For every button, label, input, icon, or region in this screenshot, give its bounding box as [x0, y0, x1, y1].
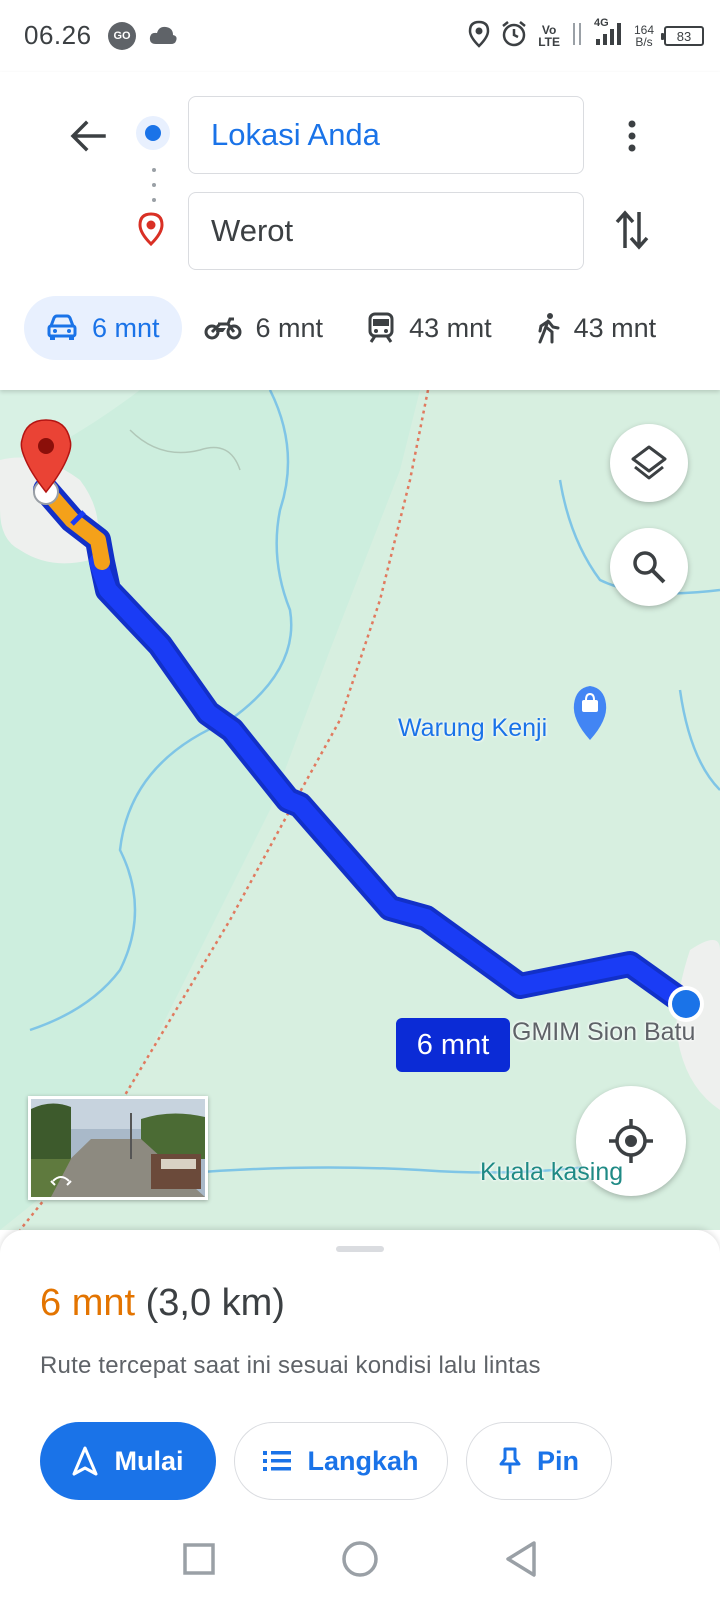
route-description: Rute tercepat saat ini sesuai kondisi la… [40, 1352, 541, 1379]
car-icon [47, 314, 77, 340]
search-along-route-button[interactable] [610, 528, 688, 606]
route-summary-sheet: 6 mnt (3,0 km) Rute tercepat saat ini se… [0, 1230, 720, 1612]
map-view[interactable]: Warung Kenji GMIM Sion Batu Kuala kasing… [0, 390, 720, 1230]
tab-transit-label: 43 mnt [409, 312, 492, 343]
data-arrows-icon [570, 21, 584, 52]
pin-button[interactable]: Pin [466, 1422, 612, 1500]
cloud-icon [148, 24, 178, 51]
home-button[interactable] [341, 1540, 379, 1583]
map-label-warung[interactable]: Warung Kenji [398, 714, 547, 743]
swap-directions-button[interactable] [608, 204, 656, 256]
destination-pin-icon [138, 212, 164, 251]
status-time: 06.26 [24, 20, 92, 50]
route-connector-dots [152, 168, 156, 202]
go-app-badge: GO [108, 22, 136, 50]
back-arrow-icon [70, 120, 106, 152]
origin-field[interactable]: Lokasi Anda [188, 96, 584, 174]
drag-handle[interactable] [336, 1246, 384, 1252]
steps-label: Langkah [307, 1445, 419, 1476]
square-recents-icon [183, 1542, 216, 1575]
navigation-arrow-icon [72, 1446, 98, 1476]
pin-label: Pin [536, 1445, 579, 1476]
location-icon [468, 20, 490, 53]
street-view-image [31, 1099, 205, 1197]
route-duration: 6 mnt [40, 1282, 136, 1324]
tab-walking-label: 43 mnt [573, 312, 657, 343]
motorcycle-icon [204, 317, 242, 340]
status-bar: 06.26 GO Vo LTE 4G 164 B/s 83 [0, 0, 720, 72]
route-time-callout[interactable]: 6 mnt [396, 1018, 510, 1072]
alarm-icon [500, 20, 528, 53]
circle-home-icon [342, 1540, 378, 1577]
tab-motorcycle[interactable]: 6 mnt [182, 296, 346, 360]
search-icon [633, 551, 666, 584]
volte-indicator: Vo LTE [538, 24, 560, 48]
tab-motorcycle-label: 6 mnt [255, 312, 324, 343]
route-actions: Mulai Langkah Pin [40, 1422, 612, 1500]
walking-icon [538, 313, 560, 344]
tab-driving-label: 6 mnt [92, 312, 160, 343]
layers-icon [631, 445, 667, 480]
signal-icon: 4G [594, 17, 624, 52]
start-navigation-button[interactable]: Mulai [40, 1422, 216, 1500]
recents-button[interactable] [182, 1542, 216, 1581]
origin-marker-icon [136, 116, 170, 150]
status-icons: Vo LTE 4G 164 B/s 83 [468, 17, 704, 54]
battery-indicator: 83 [661, 26, 704, 46]
destination-field[interactable]: Werot [188, 192, 584, 270]
start-label: Mulai [114, 1445, 184, 1476]
route-summary: 6 mnt (3,0 km) [40, 1282, 285, 1325]
network-speed: 164 B/s [634, 24, 654, 48]
steps-button[interactable]: Langkah [234, 1422, 448, 1500]
street-view-thumbnail[interactable] [28, 1096, 208, 1200]
pushpin-icon [499, 1447, 521, 1474]
swap-vert-icon [615, 210, 649, 250]
map-label-gmim[interactable]: GMIM Sion Batu [512, 1018, 695, 1047]
tab-driving[interactable]: 6 mnt [24, 296, 182, 360]
system-nav-bar [0, 1510, 720, 1612]
route-distance: (3,0 km) [145, 1282, 285, 1324]
travel-mode-tabs: 6 mnt 6 mnt 43 mnt 43 mnt [24, 296, 678, 360]
more-vert-icon [628, 120, 636, 152]
map-label-kuala[interactable]: Kuala kasing [480, 1158, 623, 1187]
list-icon [263, 1451, 292, 1471]
triangle-back-icon [505, 1540, 536, 1577]
layers-button[interactable] [610, 424, 688, 502]
directions-header: Lokasi Anda Werot 6 mnt 6 mnt 43 mnt 43 … [0, 72, 720, 390]
network-type: 4G [593, 16, 609, 29]
train-icon [368, 312, 394, 343]
back-nav-button[interactable] [504, 1540, 538, 1583]
tab-transit[interactable]: 43 mnt [345, 296, 514, 360]
volte-bottom: LTE [538, 35, 560, 49]
more-options-button[interactable] [612, 114, 652, 158]
back-button[interactable] [64, 112, 112, 160]
tab-walking[interactable]: 43 mnt [514, 296, 679, 360]
speed-unit: B/s [635, 35, 653, 49]
